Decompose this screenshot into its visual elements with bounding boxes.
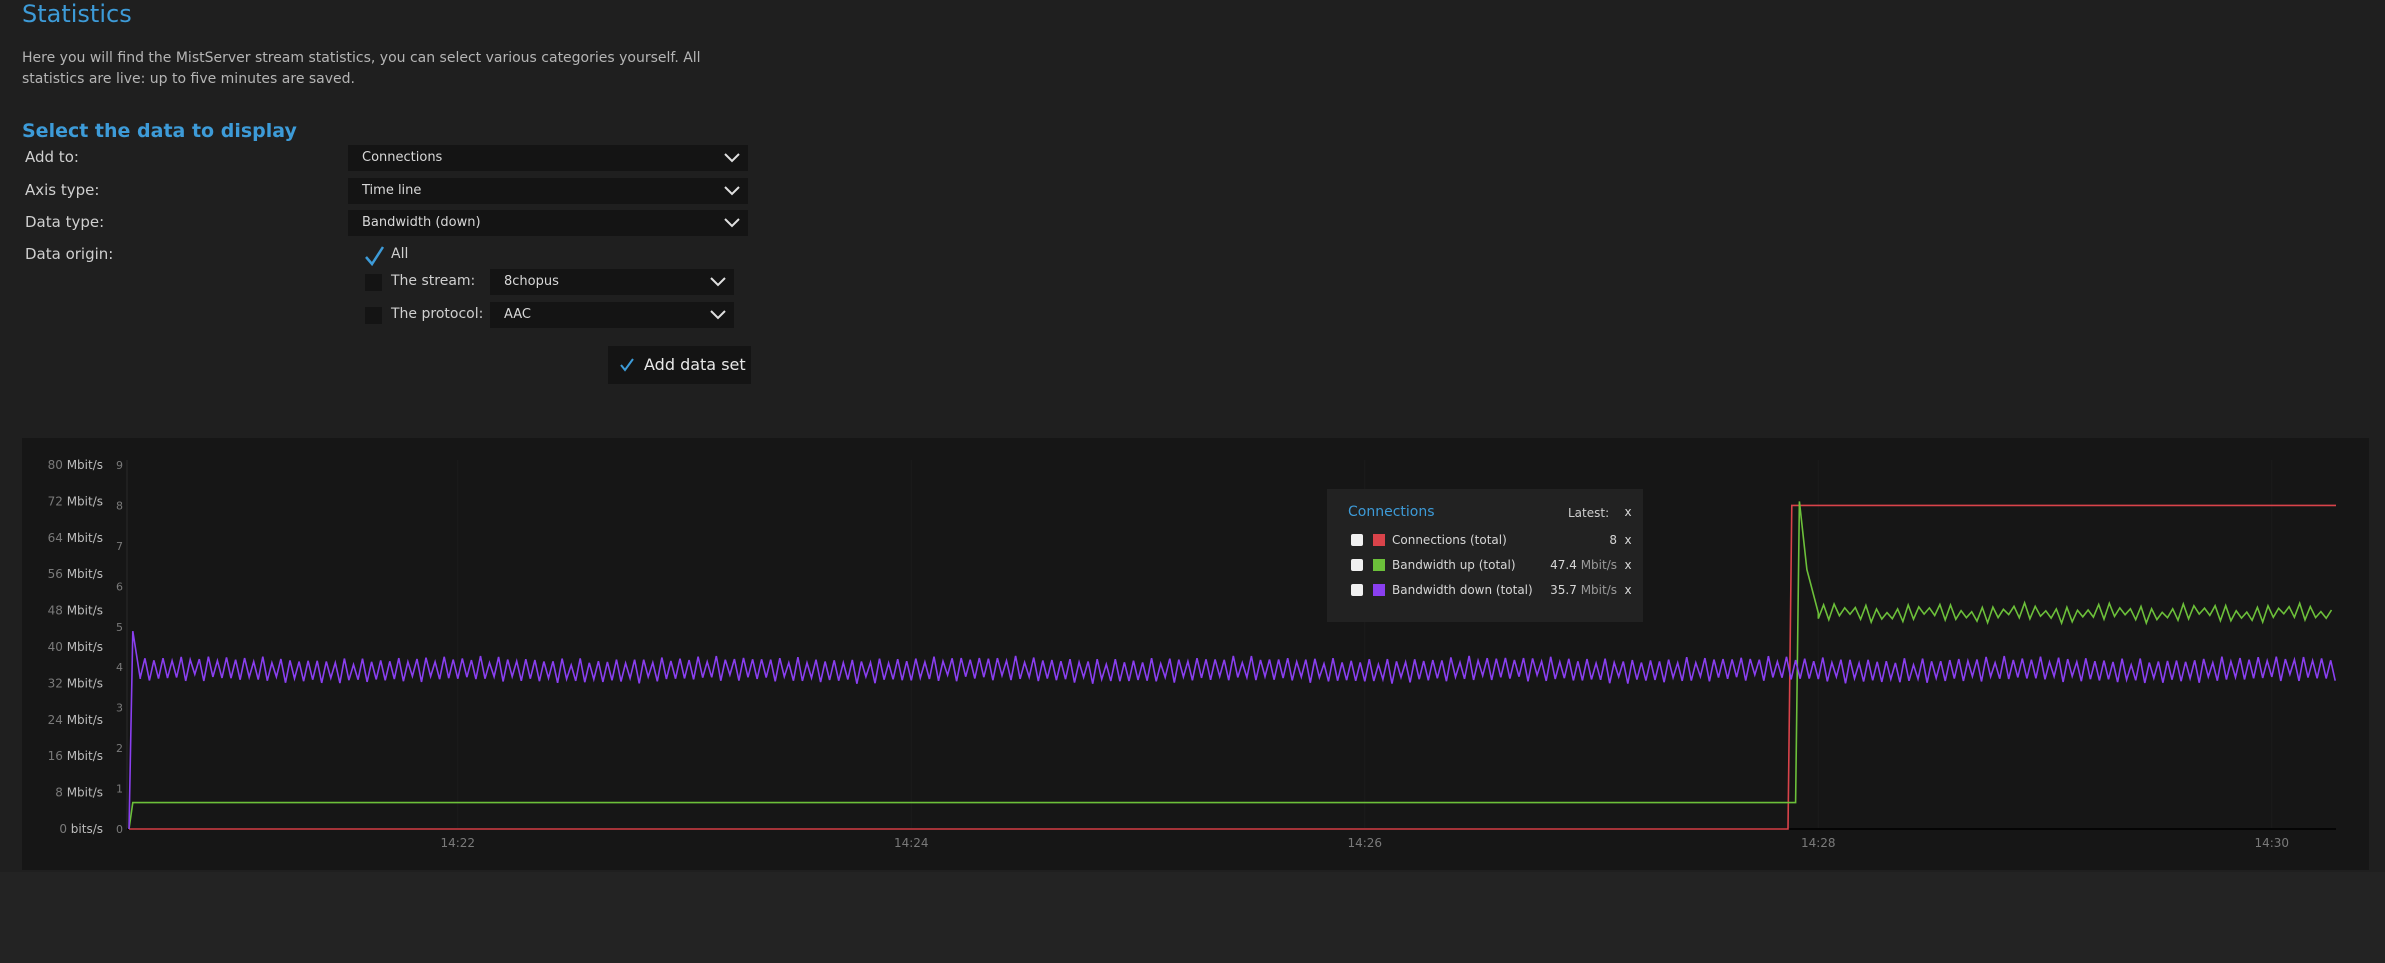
legend-title: Connections [1348, 504, 1435, 520]
legend-remove-bandwidth-down[interactable]: x [1622, 583, 1634, 597]
legend-swatch-bandwidth-up [1373, 559, 1385, 571]
y-right-tick-label: 3 [116, 702, 123, 715]
x-tick-label: 14:22 [440, 836, 475, 850]
legend-value-bandwidth-down: 35.7 Mbit/s [1550, 583, 1617, 597]
x-tick-label: 14:28 [1801, 836, 1836, 850]
x-tick-label: 14:30 [2254, 836, 2289, 850]
legend-number-bandwidth-up: 47.4 [1550, 558, 1577, 572]
legend-name-connections: Connections (total) [1392, 533, 1507, 547]
legend-name-bandwidth-down: Bandwidth down (total) [1392, 583, 1533, 597]
series-line-bandwidth-up [128, 501, 2333, 830]
legend-number-connections: 8 [1609, 533, 1617, 547]
y-left-tick-label: 16 Mbit/s [48, 749, 103, 763]
y-right-tick-label: 7 [116, 540, 123, 553]
legend-value-bandwidth-up: 47.4 Mbit/s [1550, 558, 1617, 572]
legend-row-connections: Connections (total) 8 x [1339, 531, 1632, 553]
legend-name-bandwidth-up: Bandwidth up (total) [1392, 558, 1516, 572]
y-right-tick-label: 2 [116, 742, 123, 755]
y-left-tick-label: 32 Mbit/s [48, 676, 103, 690]
x-tick-label: 14:24 [894, 836, 929, 850]
legend-row-bandwidth-down: Bandwidth down (total) 35.7 Mbit/s x [1339, 581, 1632, 603]
y-right-tick-label: 9 [116, 459, 123, 472]
y-right-tick-label: 1 [116, 783, 123, 796]
y-left-tick-label: 80 Mbit/s [48, 458, 103, 472]
y-left-tick-label: 72 Mbit/s [48, 494, 103, 508]
legend-close-button[interactable]: x [1622, 505, 1634, 519]
y-left-tick-label: 24 Mbit/s [48, 713, 103, 727]
x-tick-label: 14:26 [1347, 836, 1382, 850]
legend-checkbox-connections[interactable] [1351, 534, 1363, 546]
legend-remove-bandwidth-up[interactable]: x [1622, 558, 1634, 572]
y-right-tick-label: 4 [116, 661, 123, 674]
legend-row-bandwidth-up: Bandwidth up (total) 47.4 Mbit/s x [1339, 556, 1632, 578]
y-left-tick-label: 56 Mbit/s [48, 567, 103, 581]
statistics-chart: 0 bits/s8 Mbit/s16 Mbit/s24 Mbit/s32 Mbi… [48, 458, 2336, 850]
y-right-tick-label: 5 [116, 621, 123, 634]
y-left-tick-label: 64 Mbit/s [48, 531, 103, 545]
legend-swatch-connections [1373, 534, 1385, 546]
y-right-tick-label: 0 [116, 823, 123, 836]
legend-unit-bandwidth-up: Mbit/s [1580, 558, 1617, 572]
chart-legend: Connections Latest: x Connections (total… [1327, 489, 1643, 622]
legend-value-connections: 8 [1609, 533, 1617, 547]
legend-checkbox-bandwidth-up[interactable] [1351, 559, 1363, 571]
y-right-tick-label: 6 [116, 580, 123, 593]
y-left-tick-label: 40 Mbit/s [48, 640, 103, 654]
y-left-tick-label: 0 bits/s [59, 822, 103, 836]
legend-number-bandwidth-down: 35.7 [1550, 583, 1577, 597]
legend-unit-bandwidth-down: Mbit/s [1580, 583, 1617, 597]
legend-latest-label: Latest: [1568, 506, 1610, 520]
y-left-tick-label: 8 Mbit/s [55, 786, 103, 800]
series-line-bandwidth-down [128, 630, 2336, 830]
legend-remove-connections[interactable]: x [1622, 533, 1634, 547]
y-left-tick-label: 48 Mbit/s [48, 604, 103, 618]
y-right-tick-label: 8 [116, 499, 123, 512]
legend-checkbox-bandwidth-down[interactable] [1351, 584, 1363, 596]
legend-swatch-bandwidth-down [1373, 584, 1385, 596]
